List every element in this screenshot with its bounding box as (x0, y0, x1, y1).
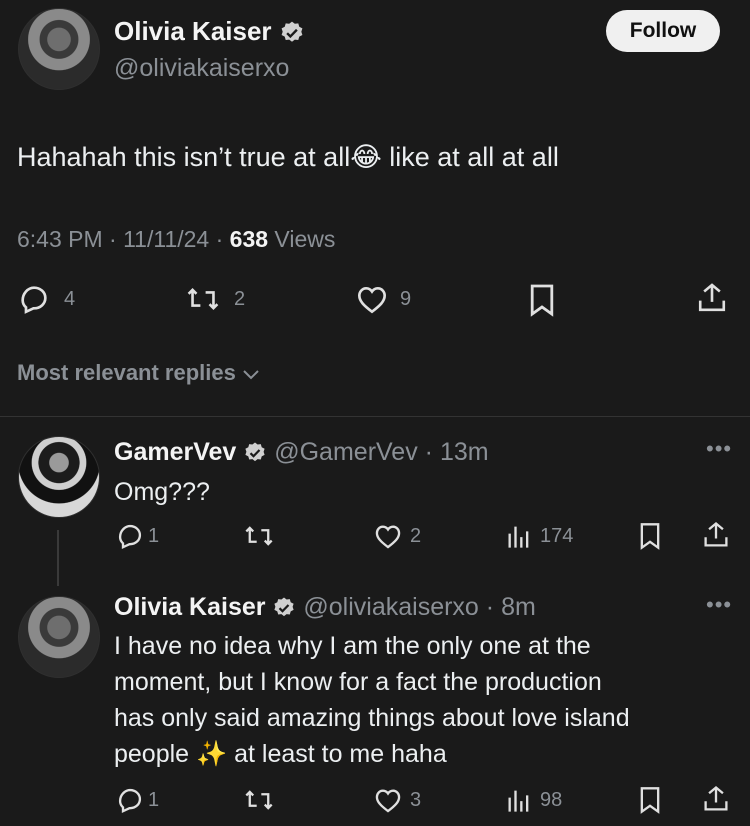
reply-text: I have no idea why I am the only one at … (114, 628, 630, 772)
reply-button[interactable]: 1 (116, 786, 159, 814)
thread-line (57, 530, 59, 586)
author-name-row: Olivia Kaiser (114, 15, 305, 47)
divider (0, 416, 750, 417)
reply-text-line: has only said amazing things about love … (114, 704, 630, 732)
bookmark-button[interactable] (638, 786, 662, 814)
share-button[interactable] (702, 520, 730, 550)
reply-text-line: moment, but I know for a fact the produc… (114, 668, 602, 696)
like-button[interactable]: 3 (374, 787, 421, 813)
more-icon[interactable]: ••• (706, 436, 732, 462)
retweet-icon (245, 526, 273, 546)
reply-author-handle[interactable]: @GamerVev (274, 438, 417, 466)
bookmark-icon (530, 284, 554, 317)
views-count: 638 (229, 226, 269, 252)
reply-count: 1 (148, 524, 160, 547)
like-button[interactable]: 9 (356, 284, 411, 314)
share-button[interactable] (696, 281, 728, 315)
bookmark-icon (640, 523, 660, 550)
verified-icon (274, 597, 295, 617)
views-label: Views (268, 226, 336, 252)
tweet-meta: 6:43 PM · 11/11/24 · 638 Views (17, 224, 335, 254)
reply-icon (118, 788, 142, 814)
retweet-count: 2 (234, 287, 246, 310)
share-button[interactable] (702, 784, 730, 814)
reply-time[interactable]: · 13m (425, 438, 489, 466)
verified-icon (245, 442, 265, 462)
reply-text-line: people ✨ at least to me haha (114, 740, 447, 768)
tweet-timestamp[interactable]: 6:43 PM · 11/11/24 · (17, 226, 230, 252)
views-icon (508, 526, 529, 548)
like-icon (357, 286, 387, 314)
more-icon[interactable]: ••• (706, 592, 732, 618)
share-icon (704, 785, 728, 811)
retweet-button[interactable]: 2 (186, 283, 245, 315)
reply-header: GamerVev @GamerVev · 13m (114, 436, 489, 468)
follow-button[interactable]: Follow (606, 10, 720, 52)
reply-button[interactable]: 1 (116, 522, 159, 550)
like-button[interactable]: 2 (374, 523, 421, 549)
retweet-button[interactable] (244, 786, 274, 814)
like-icon (375, 525, 401, 549)
reply-author-handle[interactable]: @oliviakaiserxo (303, 593, 478, 621)
reply-header: Olivia Kaiser @oliviakaiserxo · 8m (114, 591, 536, 623)
like-count: 9 (400, 287, 412, 310)
like-count: 2 (410, 524, 422, 547)
retweet-button[interactable] (244, 522, 274, 550)
sort-label: Most relevant replies (17, 360, 236, 385)
sort-dropdown[interactable]: Most relevant replies (17, 358, 260, 388)
views-button[interactable]: 174 (506, 522, 573, 550)
reply-text: Omg??? (114, 478, 210, 506)
reply-count: 4 (64, 287, 76, 310)
author-name[interactable]: Olivia Kaiser (114, 16, 272, 46)
bookmark-button[interactable] (528, 283, 556, 317)
reply-button[interactable]: 4 (18, 283, 75, 315)
like-count: 3 (410, 788, 422, 811)
retweet-icon (187, 287, 219, 311)
share-icon (698, 283, 726, 312)
tweet-text: Hahahah this isn’t true at all😂 like at … (17, 142, 559, 172)
bookmark-icon (640, 787, 660, 814)
reply-icon (118, 524, 142, 550)
bookmark-button[interactable] (638, 522, 662, 550)
view-count: 98 (540, 788, 563, 811)
share-icon (704, 521, 728, 547)
reply-time[interactable]: · 8m (486, 593, 536, 621)
verified-icon (281, 21, 303, 42)
views-icon (508, 790, 529, 812)
avatar[interactable] (18, 8, 100, 90)
reply-text-line: I have no idea why I am the only one at … (114, 632, 591, 660)
view-count: 174 (540, 524, 574, 547)
retweet-icon (245, 790, 273, 810)
reply-author-name[interactable]: GamerVev (114, 438, 236, 466)
chevron-down-icon (243, 370, 259, 380)
reply-count: 1 (148, 788, 160, 811)
author-handle[interactable]: @oliviakaiserxo (114, 52, 289, 84)
like-icon (375, 789, 401, 813)
reply-author-name[interactable]: Olivia Kaiser (114, 593, 265, 621)
reply-avatar[interactable] (18, 436, 100, 518)
views-button[interactable]: 98 (506, 786, 562, 814)
reply-avatar[interactable] (18, 596, 100, 678)
reply-icon (21, 286, 47, 314)
